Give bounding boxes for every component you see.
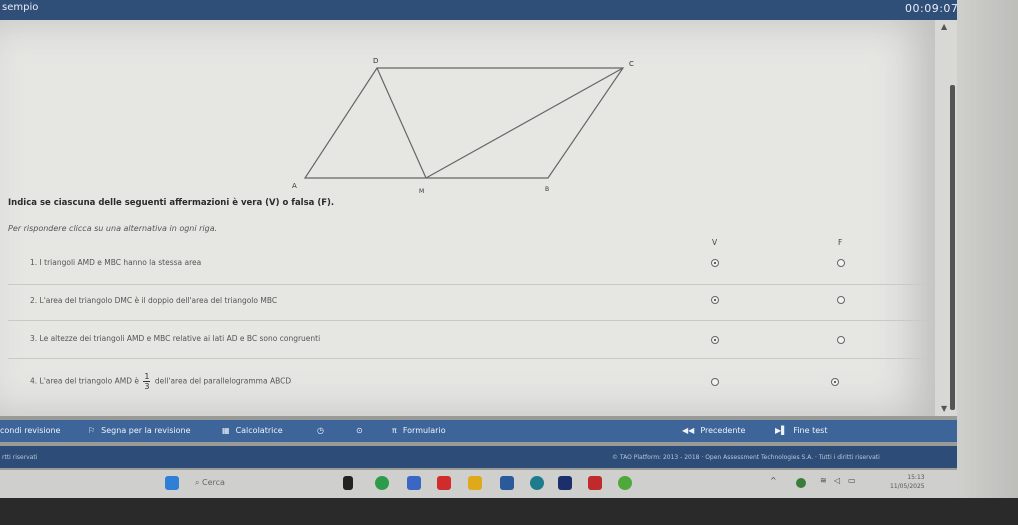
chrome-icon[interactable] (618, 476, 632, 490)
radio-f-4[interactable] (831, 378, 839, 386)
column-header-v: V (712, 238, 718, 247)
app-icon-1[interactable] (375, 476, 389, 490)
parallelogram-figure: D C A M B (292, 57, 634, 195)
footer-copyright: © TAO Platform: 2013 - 2018 · Open Asses… (612, 454, 880, 461)
radio-f-1[interactable] (837, 259, 845, 267)
tray-icon[interactable] (796, 478, 806, 488)
formulary-button[interactable]: π Formulario (392, 426, 446, 435)
statement-text: 4. L'area del triangolo AMD è 13 dell'ar… (30, 372, 291, 391)
chevron-up-icon[interactable]: ^ (770, 476, 784, 490)
statement-row-3: 3. Le altezze dei triangoli AMD e MBC re… (8, 320, 935, 359)
footer-left-text: rtti riservati (2, 454, 38, 461)
start-icon[interactable] (165, 476, 179, 490)
taskbar-clock[interactable]: 15:13 11/05/2025 (890, 473, 925, 491)
statement-row-1: 1. I triangoli AMD e MBC hanno la stessa… (8, 248, 935, 285)
previous-button[interactable]: ◀◀ Precedente (682, 426, 745, 435)
youtube-icon[interactable] (437, 476, 451, 490)
app-icon-6[interactable] (588, 476, 602, 490)
calculator-button[interactable]: ▦ Calcolatrice (222, 426, 283, 435)
platform-footer: rtti riservati © TAO Platform: 2013 - 20… (0, 446, 957, 468)
app-icon-2[interactable] (407, 476, 421, 490)
column-header-f: F (838, 238, 843, 247)
parallelogram-abcd (303, 67, 625, 179)
task-view-icon[interactable] (343, 476, 353, 490)
clock-icon[interactable]: ◷ (317, 426, 324, 435)
scroll-thumb[interactable] (950, 85, 955, 410)
label-d: D (373, 57, 378, 65)
radio-v-1[interactable] (711, 259, 719, 267)
app-icon-4[interactable] (530, 476, 544, 490)
statement-text: 2. L'area del triangolo DMC è il doppio … (30, 296, 278, 305)
end-test-button[interactable]: ▶▌ Fine test (775, 426, 827, 435)
segment-dm (376, 67, 427, 179)
clock-date: 11/05/2025 (890, 483, 925, 490)
question-text: Indica se ciascuna delle seguenti afferm… (8, 198, 335, 208)
fraction: 13 (143, 372, 151, 391)
segment-mc (425, 67, 624, 179)
statement-text: 3. Le altezze dei triangoli AMD e MBC re… (30, 334, 321, 343)
radio-f-3[interactable] (837, 336, 845, 344)
test-timer: 00:09:07 (905, 2, 959, 15)
app-icon-3[interactable] (500, 476, 514, 490)
wifi-icon[interactable]: ≋ (820, 476, 834, 490)
statement-row-2: 2. L'area del triangolo DMC è il doppio … (8, 284, 935, 321)
statement-text-after: dell'area del parallelogramma ABCD (154, 376, 292, 386)
window-title: sempio (2, 2, 39, 13)
rewind-icon: ◀◀ (682, 426, 695, 435)
end-icon: ▶▌ (775, 426, 788, 435)
os-taskbar: ⌕ Cerca ^ ≋ ◁ ▭ 15:13 11/05/2025 (0, 470, 957, 498)
fraction-numerator: 1 (143, 372, 151, 382)
label-c: C (629, 60, 634, 68)
pi-icon: π (392, 426, 397, 435)
battery-icon[interactable]: ▭ (848, 476, 862, 490)
test-toolbar: condi revisione ⚐ Segna per la revisione … (0, 420, 957, 442)
mark-review-button[interactable]: ⚐ Segna per la revisione (88, 426, 191, 435)
label-m: M (419, 188, 424, 195)
fraction-denominator: 3 (144, 382, 150, 391)
top-bar: sempio 00:09:07 (0, 0, 1018, 20)
instruction-text: Per rispondere clicca su una alternativa… (8, 224, 218, 233)
radio-f-2[interactable] (837, 296, 845, 304)
radio-v-4[interactable] (711, 378, 719, 386)
review-button[interactable]: condi revisione (0, 426, 60, 435)
radio-v-3[interactable] (711, 336, 719, 344)
calculator-icon: ▦ (222, 426, 230, 435)
label-b: B (545, 186, 549, 193)
window-edge (957, 0, 1018, 525)
question-panel: D C A M B Indica se ciascuna delle segue… (0, 20, 935, 416)
statement-row-4: 4. L'area del triangolo AMD è 13 dell'ar… (8, 358, 935, 408)
statement-text: 1. I triangoli AMD e MBC hanno la stessa… (30, 258, 202, 267)
taskbar-search[interactable]: ⌕ Cerca (195, 478, 225, 488)
folder-icon[interactable] (468, 476, 482, 490)
clock-time: 15:13 (907, 474, 925, 481)
content-scrollbar[interactable]: ▲ ▼ (935, 20, 957, 416)
app-icon-5[interactable] (558, 476, 572, 490)
statement-text-before: 4. L'area del triangolo AMD è (30, 376, 139, 386)
volume-icon[interactable]: ◁ (834, 476, 848, 490)
radio-v-2[interactable] (711, 296, 719, 304)
flag-icon: ⚐ (88, 426, 96, 435)
screen-bezel (0, 498, 1018, 525)
scroll-down-icon[interactable]: ▼ (941, 404, 947, 413)
label-a: A (292, 182, 297, 190)
scroll-up-icon[interactable]: ▲ (941, 22, 947, 31)
target-icon[interactable]: ⊙ (356, 426, 363, 435)
